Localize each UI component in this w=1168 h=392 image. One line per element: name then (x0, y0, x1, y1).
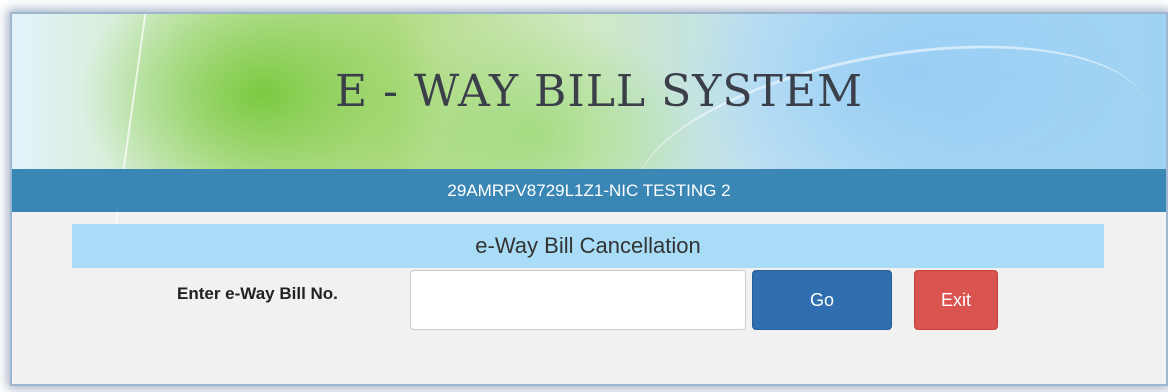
cancellation-form: Enter e-Way Bill No. Go Exit (12, 268, 1166, 332)
user-info-bar: 29AMRPV8729L1Z1-NIC TESTING 2 (12, 169, 1166, 212)
app-title: E - WAY BILL SYSTEM (334, 66, 863, 117)
section-title: e-Way Bill Cancellation (72, 224, 1104, 268)
header-banner: E - WAY BILL SYSTEM (12, 14, 1166, 298)
bill-number-label: Enter e-Way Bill No. (177, 284, 338, 303)
go-button[interactable]: Go (752, 270, 892, 330)
exit-button[interactable]: Exit (914, 270, 998, 330)
bill-number-input[interactable] (410, 270, 746, 330)
app-window: E - WAY BILL SYSTEM 29AMRPV8729L1Z1-NIC … (10, 12, 1168, 386)
